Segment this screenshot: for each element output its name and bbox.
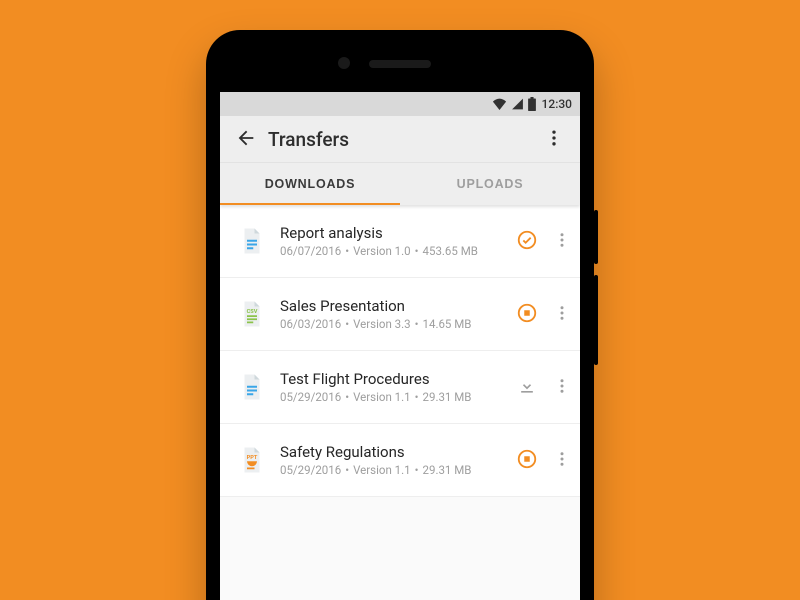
transfer-row[interactable]: CSV Sales Presentation06/03/2016•Version … bbox=[220, 278, 580, 351]
tab-uploads[interactable]: UPLOADS bbox=[400, 163, 580, 205]
tab-indicator bbox=[220, 203, 400, 205]
file-type-icon: CSV bbox=[230, 292, 274, 336]
file-name: Sales Presentation bbox=[280, 297, 510, 316]
row-overflow-button[interactable] bbox=[544, 294, 580, 334]
file-meta: 05/29/2016•Version 1.1•29.31 MB bbox=[280, 463, 510, 477]
row-overflow-button[interactable] bbox=[544, 440, 580, 480]
more-vert-icon bbox=[553, 377, 571, 398]
file-size: 14.65 MB bbox=[423, 317, 472, 331]
file-info: Safety Regulations05/29/2016•Version 1.1… bbox=[274, 443, 510, 478]
file-size: 29.31 MB bbox=[423, 463, 472, 477]
tab-downloads[interactable]: DOWNLOADS bbox=[220, 163, 400, 205]
phone-speaker bbox=[369, 60, 431, 68]
file-name: Safety Regulations bbox=[280, 443, 510, 462]
svg-text:CSV: CSV bbox=[247, 309, 258, 315]
tab-bar: DOWNLOADS UPLOADS bbox=[220, 163, 580, 205]
phone-frame: 12:30 Transfers DOWNLOADS UPLOADS Report… bbox=[206, 30, 594, 600]
svg-text:PPT: PPT bbox=[247, 455, 258, 461]
file-version: Version 1.0 bbox=[353, 244, 411, 258]
signal-icon bbox=[511, 98, 524, 110]
wifi-icon bbox=[492, 98, 507, 110]
file-size: 29.31 MB bbox=[423, 390, 472, 404]
file-date: 06/03/2016 bbox=[280, 317, 341, 331]
check-circle-icon bbox=[516, 229, 538, 254]
arrow-back-icon bbox=[235, 127, 257, 152]
row-overflow-button[interactable] bbox=[544, 367, 580, 407]
file-version: Version 1.1 bbox=[353, 463, 411, 477]
transfer-status-button[interactable] bbox=[510, 443, 544, 477]
transfer-status-button[interactable] bbox=[510, 370, 544, 404]
file-name: Test Flight Procedures bbox=[280, 370, 510, 389]
transfer-row[interactable]: PPT Safety Regulations05/29/2016•Version … bbox=[220, 424, 580, 497]
file-info: Report analysis06/07/2016•Version 1.0•45… bbox=[274, 224, 510, 259]
transfer-status-button[interactable] bbox=[510, 297, 544, 331]
file-type-icon: PPT bbox=[230, 438, 274, 482]
row-overflow-button[interactable] bbox=[544, 221, 580, 261]
status-bar: 12:30 bbox=[220, 92, 580, 116]
stop-circle-icon bbox=[516, 448, 538, 473]
overflow-menu-button[interactable] bbox=[534, 119, 574, 159]
file-date: 06/07/2016 bbox=[280, 244, 341, 258]
transfer-list: Report analysis06/07/2016•Version 1.0•45… bbox=[220, 205, 580, 497]
file-date: 05/29/2016 bbox=[280, 463, 341, 477]
phone-screen: 12:30 Transfers DOWNLOADS UPLOADS Report… bbox=[220, 92, 580, 600]
file-name: Report analysis bbox=[280, 224, 510, 243]
download-icon bbox=[517, 376, 537, 399]
more-vert-icon bbox=[553, 304, 571, 325]
more-vert-icon bbox=[553, 231, 571, 252]
transfer-row[interactable]: Report analysis06/07/2016•Version 1.0•45… bbox=[220, 205, 580, 278]
page-title: Transfers bbox=[268, 128, 349, 151]
file-type-icon bbox=[230, 219, 274, 263]
phone-camera bbox=[338, 57, 350, 69]
file-type-icon bbox=[230, 365, 274, 409]
transfer-row[interactable]: Test Flight Procedures05/29/2016•Version… bbox=[220, 351, 580, 424]
file-meta: 06/07/2016•Version 1.0•453.65 MB bbox=[280, 244, 510, 258]
file-size: 453.65 MB bbox=[423, 244, 478, 258]
more-vert-icon bbox=[553, 450, 571, 471]
file-info: Test Flight Procedures05/29/2016•Version… bbox=[274, 370, 510, 405]
phone-side-button bbox=[594, 275, 598, 365]
battery-icon bbox=[528, 97, 536, 111]
file-version: Version 3.3 bbox=[353, 317, 411, 331]
file-info: Sales Presentation06/03/2016•Version 3.3… bbox=[274, 297, 510, 332]
back-button[interactable] bbox=[226, 119, 266, 159]
phone-side-button bbox=[594, 210, 598, 264]
file-version: Version 1.1 bbox=[353, 390, 411, 404]
more-vert-icon bbox=[544, 128, 564, 151]
app-bar: Transfers bbox=[220, 116, 580, 163]
stop-circle-icon bbox=[516, 302, 538, 327]
file-date: 05/29/2016 bbox=[280, 390, 341, 404]
status-time: 12:30 bbox=[542, 97, 572, 111]
transfer-status-button[interactable] bbox=[510, 224, 544, 258]
file-meta: 05/29/2016•Version 1.1•29.31 MB bbox=[280, 390, 510, 404]
file-meta: 06/03/2016•Version 3.3•14.65 MB bbox=[280, 317, 510, 331]
